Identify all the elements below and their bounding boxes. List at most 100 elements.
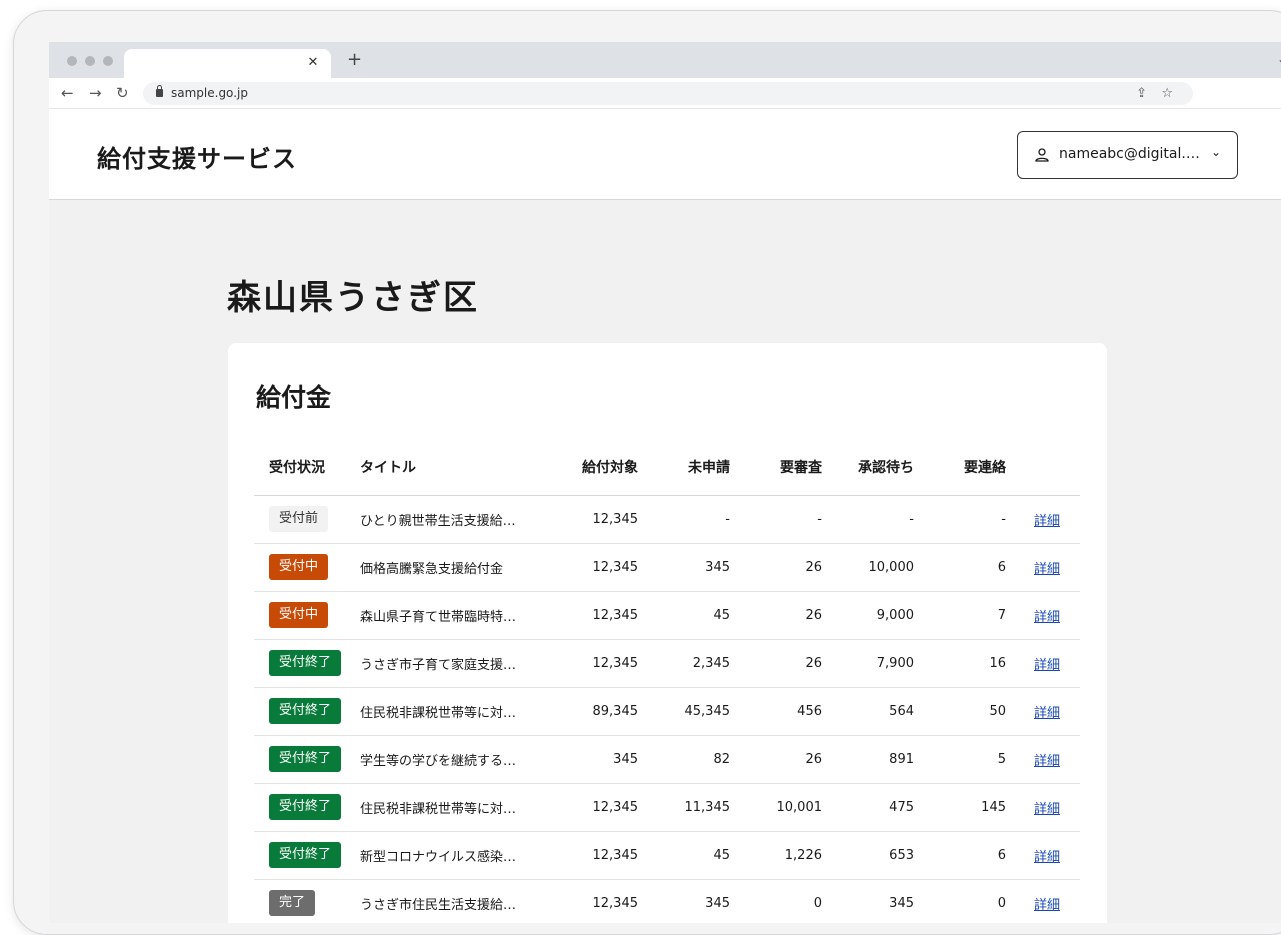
chevron-down-icon[interactable]: ⌄ — [1277, 52, 1281, 66]
cell-review: 26 — [730, 543, 822, 592]
browser-tab[interactable]: ✕ — [124, 49, 331, 78]
cell-status: 受付終了 — [254, 735, 360, 784]
account-menu-button[interactable]: nameabc@digital.… ⌄ — [1017, 131, 1238, 179]
cell-unapplied: 345 — [638, 543, 730, 592]
header-link — [1006, 439, 1080, 496]
detail-link[interactable]: 詳細 — [1034, 850, 1060, 865]
cell-review: 26 — [730, 639, 822, 688]
table-row: 受付終了 学生等の学びを継続する… 345 82 26 891 5 詳細 — [254, 735, 1080, 784]
cell-review: 1,226 — [730, 831, 822, 880]
table-row: 受付終了 新型コロナウイルス感染… 12,345 45 1,226 653 6 詳細 — [254, 831, 1080, 880]
cell-approval: - — [822, 495, 914, 544]
window-close-dot[interactable] — [67, 56, 77, 66]
url-text: sample.go.jp — [171, 86, 248, 100]
value-approval: 891 — [889, 751, 914, 767]
header-contact: 要連絡 — [914, 439, 1006, 496]
cell-approval: 891 — [822, 735, 914, 784]
star-icon[interactable]: ☆ — [1161, 82, 1173, 105]
window-zoom-dot[interactable] — [103, 56, 113, 66]
value-target: 345 — [613, 751, 638, 767]
cell-approval: 475 — [822, 783, 914, 832]
header-title: タイトル — [360, 439, 550, 496]
table-row: 受付終了 住民税非課税世帯等に対… 12,345 11,345 10,001 475 145… — [254, 783, 1080, 832]
person-icon — [1035, 148, 1049, 162]
detail-link[interactable]: 詳細 — [1034, 802, 1060, 817]
header-unapplied: 未申請 — [638, 439, 730, 496]
chevron-down-icon: ⌄ — [1210, 145, 1221, 159]
cell-link: 詳細 — [1006, 543, 1080, 592]
value-approval: 475 — [889, 799, 914, 815]
status-badge: 受付終了 — [269, 746, 342, 772]
cell-title: 新型コロナウイルス感染… — [360, 831, 550, 880]
cell-target: 12,345 — [550, 783, 638, 832]
cell-unapplied: 345 — [638, 879, 730, 923]
cell-contact: 50 — [914, 687, 1006, 736]
table-row: 受付前 ひとり親世帯生活支援給… 12,345 - - - - 詳細 — [254, 495, 1080, 544]
benefit-title: 新型コロナウイルス感染… — [360, 849, 517, 865]
table-row: 受付終了 住民税非課税世帯等に対… 89,345 45,345 456 564 50 詳細 — [254, 687, 1080, 736]
status-badge: 受付終了 — [269, 794, 342, 820]
table-row: 完了 うさぎ市住民生活支援給… 12,345 345 0 345 0 詳細 — [254, 879, 1080, 923]
cell-unapplied: 11,345 — [638, 783, 730, 832]
detail-link[interactable]: 詳細 — [1034, 562, 1060, 577]
cell-contact: 6 — [914, 831, 1006, 880]
window-minimize-dot[interactable] — [85, 56, 95, 66]
address-bar[interactable]: sample.go.jp ⇪ ☆ — [143, 82, 1193, 105]
header-status: 受付状況 — [254, 439, 360, 496]
cell-target: 12,345 — [550, 879, 638, 923]
detail-link[interactable]: 詳細 — [1034, 898, 1060, 913]
status-badge: 受付終了 — [269, 698, 342, 724]
service-name[interactable]: 給付支援サービス — [97, 139, 297, 174]
detail-link[interactable]: 詳細 — [1034, 706, 1060, 721]
table-row: 受付終了 うさぎ市子育て家庭支援… 12,345 2,345 26 7,900 16 詳細 — [254, 639, 1080, 688]
cell-link: 詳細 — [1006, 879, 1080, 923]
cell-title: うさぎ市子育て家庭支援… — [360, 639, 550, 688]
value-review: 26 — [805, 607, 822, 623]
value-review: - — [817, 511, 822, 527]
forward-arrow-icon[interactable]: → — [89, 84, 102, 102]
value-review: 26 — [805, 559, 822, 575]
cell-link: 詳細 — [1006, 831, 1080, 880]
status-badge: 受付終了 — [269, 842, 342, 868]
value-unapplied: 45,345 — [684, 703, 731, 719]
cell-status: 完了 — [254, 879, 360, 923]
cell-review: 0 — [730, 879, 822, 923]
cell-approval: 7,900 — [822, 639, 914, 688]
cell-review: 26 — [730, 735, 822, 784]
cell-title: 価格高騰緊急支援給付金 — [360, 543, 550, 592]
value-unapplied: 45 — [713, 607, 730, 623]
cell-contact: 5 — [914, 735, 1006, 784]
cell-target: 12,345 — [550, 831, 639, 880]
value-unapplied: 45 — [713, 847, 730, 863]
value-review: 456 — [797, 703, 822, 719]
value-unapplied: 345 — [705, 559, 730, 575]
value-target: 12,345 — [592, 847, 639, 863]
close-icon[interactable]: ✕ — [305, 54, 321, 72]
cell-status: 受付終了 — [254, 687, 360, 736]
page-title: 森山県うさぎ区 — [227, 278, 479, 318]
value-contact: 5 — [997, 751, 1006, 767]
cell-target: 12,345 — [550, 591, 638, 640]
detail-link[interactable]: 詳細 — [1034, 514, 1060, 529]
cell-unapplied: - — [638, 495, 730, 544]
cell-status: 受付終了 — [254, 831, 360, 880]
detail-link[interactable]: 詳細 — [1034, 610, 1060, 625]
plus-icon[interactable]: + — [347, 49, 362, 71]
value-target: 89,345 — [592, 703, 639, 719]
benefit-title: 価格高騰緊急支援給付金 — [360, 561, 504, 577]
detail-link[interactable]: 詳細 — [1034, 754, 1060, 769]
benefit-title: 住民税非課税世帯等に対… — [360, 801, 517, 817]
back-arrow-icon[interactable]: ← — [61, 84, 74, 102]
cell-review: - — [730, 495, 822, 544]
cell-title: うさぎ市住民生活支援給… — [360, 879, 550, 923]
detail-link[interactable]: 詳細 — [1034, 658, 1060, 673]
tab-bar: ✕ + ⌄ — [49, 42, 1281, 78]
browser-window: ✕ + ⌄ ← → ↻ sample.go.jp ⇪ ☆ 給付支援サービス — [49, 42, 1281, 923]
value-contact: 145 — [981, 799, 1006, 815]
status-badge: 受付前 — [269, 506, 329, 532]
header-target: 給付対象 — [550, 439, 638, 496]
benefit-title: うさぎ市子育て家庭支援… — [360, 657, 517, 673]
share-icon[interactable]: ⇪ — [1136, 82, 1147, 105]
reload-icon[interactable]: ↻ — [116, 84, 129, 102]
app-header: 給付支援サービス nameabc@digital.… ⌄ — [49, 109, 1281, 200]
